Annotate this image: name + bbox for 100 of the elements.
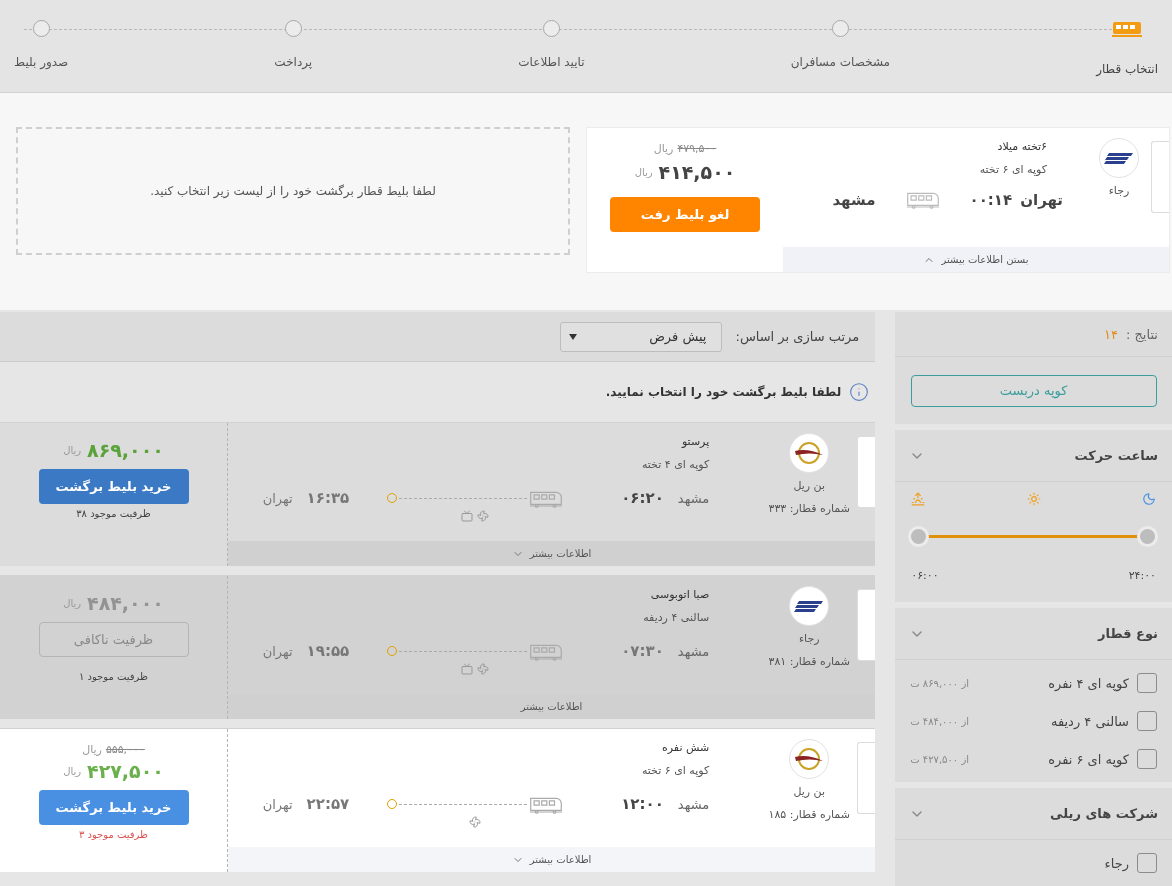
- option-label: رجاء: [1104, 855, 1129, 871]
- step-label[interactable]: مشخصات مسافران: [790, 55, 891, 69]
- option-label: کوپه ای ۶ نفره: [1048, 751, 1129, 767]
- slider-thumb[interactable]: [911, 529, 927, 544]
- departure-time: ۱۲:۰۰: [621, 795, 664, 813]
- arrival-time: ۲۲:۵۷: [306, 795, 350, 813]
- placeholder-text: لطفا بلیط قطار برگشت خود را از لیست زیر انتخاب کنید.: [150, 184, 436, 199]
- sort-select[interactable]: پیش فرض: [559, 321, 722, 352]
- company-name: بن ریل: [793, 479, 826, 492]
- train-icon: [529, 795, 564, 814]
- tv-icon: [461, 662, 474, 675]
- ticket-price: ۸۶۹,۰۰۰: [87, 439, 164, 461]
- train-icon: [905, 190, 940, 209]
- sun-icon: [1026, 492, 1041, 506]
- side-tab[interactable]: [857, 742, 876, 814]
- step-label[interactable]: پرداخت: [274, 55, 313, 69]
- company-logo: [1099, 138, 1139, 179]
- origin-city: مشهد: [677, 643, 710, 659]
- departure-time: ۰۷:۳۰: [621, 642, 664, 660]
- option-price: از ۴۲۷,۵۰۰ ت: [910, 753, 970, 765]
- option-label: سالنی ۴ ردیفه: [1050, 713, 1129, 729]
- checkbox[interactable]: [1137, 673, 1157, 693]
- capacity-text: ظرفیت موجود ۳: [78, 829, 149, 840]
- departure-time: ۰۰:۱۴: [969, 190, 1013, 209]
- filter-title[interactable]: شرکت های ریلی: [1050, 806, 1158, 821]
- company-name: بن ریل: [793, 785, 826, 798]
- company-logo: [789, 586, 830, 626]
- info-icon: [849, 382, 870, 402]
- fan-icon: [477, 509, 490, 522]
- ticket-price: ۴۲۷,۵۰۰: [87, 760, 164, 782]
- checkbox[interactable]: [1137, 711, 1157, 731]
- destination-city: تهران: [262, 796, 293, 812]
- currency-label: ریال: [63, 444, 82, 456]
- notice-text: لطفا بلیط برگشت خود را انتخاب نمایید.: [605, 385, 842, 399]
- currency-label: ریال: [634, 166, 653, 178]
- checkbox[interactable]: [1137, 749, 1157, 769]
- train-name: پرستو: [681, 435, 710, 448]
- currency-label: ریال: [63, 597, 82, 609]
- capacity-text: ظرفیت موجود ۳۸: [76, 508, 151, 519]
- train-number: شماره قطار: ۳۳۳: [768, 502, 850, 515]
- more-info-link[interactable]: اطلاعات بیشتر: [529, 854, 592, 865]
- ticket-price: ۴۱۴,۵۰۰: [658, 161, 736, 184]
- fan-icon: [469, 815, 482, 828]
- fan-icon: [477, 662, 490, 675]
- arrival-time: ۱۶:۳۵: [306, 489, 350, 507]
- destination-city: مشهد: [832, 190, 876, 209]
- time-range-slider[interactable]: [909, 526, 1158, 547]
- coach-type: کوپه ای ۴ تخته: [641, 458, 710, 471]
- results-count: ۱۴: [1104, 326, 1118, 342]
- train-name: صبا اتوبوسی: [650, 588, 710, 601]
- filter-title[interactable]: ساعت حرکت: [1074, 448, 1158, 463]
- option-price: از ۴۸۴,۰۰۰ ت: [910, 715, 970, 727]
- currency-label: ریال: [653, 142, 674, 156]
- train-icon: [529, 489, 564, 508]
- train-name: شش نفره: [662, 741, 710, 754]
- slider-thumb[interactable]: [1140, 529, 1155, 544]
- sunrise-icon: [911, 492, 926, 506]
- side-tab[interactable]: [1151, 141, 1169, 214]
- buy-return-button[interactable]: خرید بلیط برگشت: [38, 469, 189, 504]
- company-name: رجاء: [798, 632, 820, 645]
- train-name: ۶تخته میلاد: [997, 140, 1047, 154]
- company-logo: [789, 739, 830, 779]
- currency-label: ریال: [82, 743, 102, 756]
- more-info-link[interactable]: اطلاعات بیشتر: [529, 548, 592, 559]
- arrival-time: ۱۹:۵۵: [306, 642, 350, 660]
- train-number: شماره قطار: ۳۸۱: [768, 655, 850, 668]
- coach-type: کوپه ای ۶ تخته: [641, 764, 710, 777]
- company-name: رجاء: [1108, 184, 1130, 198]
- old-price: ۴۷۹,۵۰۰: [677, 142, 717, 156]
- filter-title[interactable]: نوع قطار: [1098, 626, 1158, 641]
- less-info-link[interactable]: بستن اطلاعات بیشتر: [941, 254, 1029, 266]
- sort-label: مرتب سازی بر اساس:: [735, 329, 860, 344]
- step-label[interactable]: تایید اطلاعات: [518, 55, 585, 69]
- results-label: نتایج :: [1125, 326, 1158, 342]
- coach-type: کوپه ای ۶ تخته: [979, 163, 1047, 177]
- tv-icon: [461, 509, 474, 522]
- moon-icon: [1142, 492, 1156, 506]
- old-price: ۵۵۵,۰۰۰: [105, 743, 145, 756]
- currency-label: ریال: [63, 765, 82, 777]
- origin-city: تهران: [1020, 190, 1063, 209]
- destination-city: تهران: [262, 643, 293, 659]
- buy-return-button[interactable]: خرید بلیط برگشت: [38, 790, 189, 825]
- train-icon: [529, 642, 564, 661]
- time-label: ۲۴:۰۰: [1128, 569, 1156, 582]
- side-tab[interactable]: [857, 436, 876, 508]
- origin-city: مشهد: [677, 796, 710, 812]
- caret-icon: [568, 333, 577, 340]
- time-label: ۰۶:۰۰: [911, 569, 939, 582]
- option-label: کوپه ای ۴ نفره: [1048, 675, 1129, 691]
- train-number: شماره قطار: ۱۸۵: [768, 808, 850, 821]
- company-logo: [789, 433, 830, 473]
- departure-time: ۰۶:۲۰: [621, 489, 664, 507]
- step-label[interactable]: صدور بلیط: [14, 55, 69, 69]
- step-label[interactable]: انتخاب قطار: [1096, 62, 1158, 76]
- checkbox[interactable]: [1137, 853, 1157, 873]
- option-price: از ۸۶۹,۰۰۰ ت: [910, 677, 970, 689]
- coach-type: سالنی ۴ ردیفه: [643, 611, 710, 624]
- origin-city: مشهد: [677, 490, 710, 506]
- destination-city: تهران: [262, 490, 293, 506]
- ticket-price: ۴۸۴,۰۰۰: [87, 592, 164, 614]
